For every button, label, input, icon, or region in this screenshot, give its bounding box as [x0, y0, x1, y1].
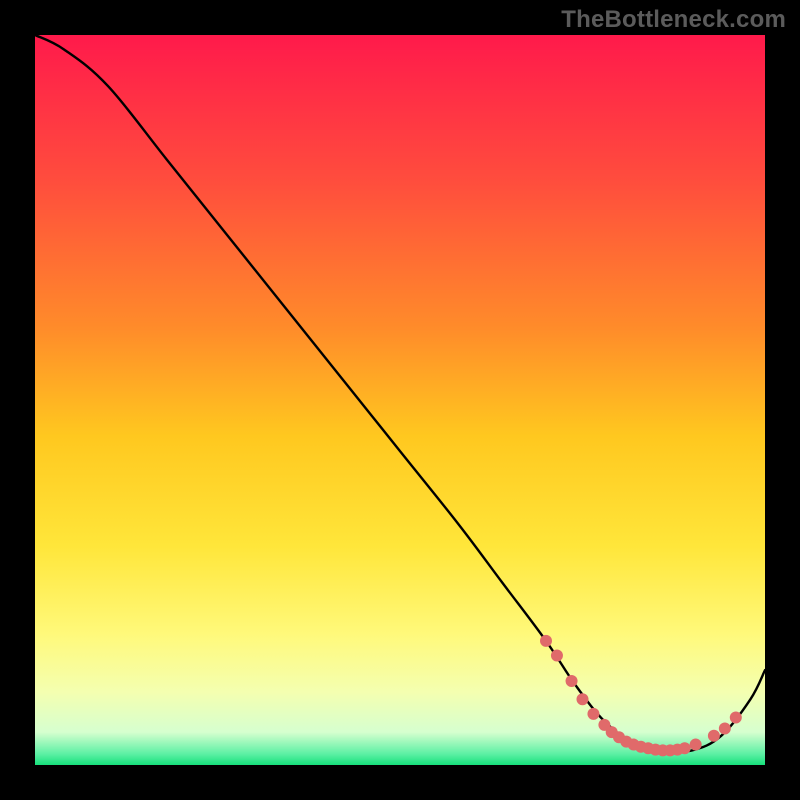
bottleneck-chart [0, 0, 800, 800]
chart-stage: TheBottleneck.com [0, 0, 800, 800]
optimum-marker [577, 693, 589, 705]
optimum-marker [719, 723, 731, 735]
optimum-marker [708, 730, 720, 742]
optimum-marker [587, 708, 599, 720]
optimum-marker [679, 742, 691, 754]
optimum-marker [566, 675, 578, 687]
optimum-marker [690, 739, 702, 751]
optimum-marker [540, 635, 552, 647]
optimum-marker [551, 650, 563, 662]
optimum-marker [730, 712, 742, 724]
plot-background [35, 35, 765, 765]
